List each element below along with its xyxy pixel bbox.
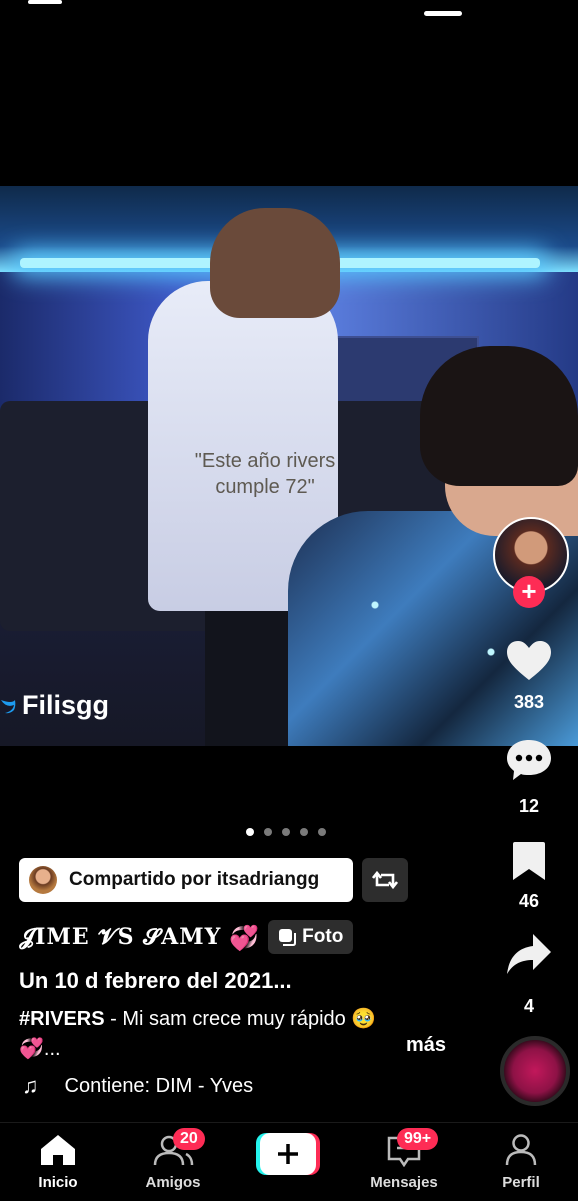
description-line2: 💞...: [19, 1038, 61, 1060]
save-count: 46: [518, 891, 540, 911]
carousel-dot[interactable]: [282, 828, 290, 836]
like-button[interactable]: [501, 640, 557, 687]
nav-home-label: Inicio: [38, 1174, 78, 1191]
author-name[interactable]: 𝓙IME 𝓥S 𝓢AMY: [19, 924, 221, 950]
friends-badge: 20: [173, 1128, 205, 1150]
heart-icon: [507, 641, 551, 680]
create-button[interactable]: [256, 1133, 320, 1175]
carousel-dot[interactable]: [300, 828, 308, 836]
watermark-handle: Filisgg: [22, 690, 109, 720]
nav-friends[interactable]: Amigos 20: [123, 1123, 223, 1191]
share-button[interactable]: [501, 932, 557, 981]
description-text: - Mi sam crece muy rápido 🥹: [104, 1008, 377, 1030]
music-text: Contiene: DIM - Yves: [64, 1074, 254, 1097]
nav-profile-label: Perfil: [502, 1174, 540, 1191]
status-indicator: [28, 0, 62, 4]
hashtag[interactable]: #RIVERS: [19, 1008, 105, 1030]
carousel-dot[interactable]: [246, 828, 254, 836]
shared-by-pill[interactable]: Compartido por itsadriangg: [19, 858, 353, 902]
bookmark-icon: [513, 842, 545, 880]
nav-inbox-label: Mensajes: [370, 1174, 438, 1191]
profile-icon: [505, 1134, 537, 1166]
comment-count: 12: [518, 796, 540, 816]
inbox-badge: 99+: [397, 1128, 439, 1150]
carousel-dot[interactable]: [264, 828, 272, 836]
photo-badge: Foto: [268, 920, 354, 954]
post-description[interactable]: #RIVERS - Mi sam crece muy rápido 🥹 💞...: [19, 1004, 439, 1064]
sharer-avatar: [29, 866, 57, 894]
post-title: Un 10 d febrero del 2021...: [19, 968, 292, 993]
nav-profile[interactable]: Perfil: [471, 1123, 571, 1191]
repost-icon: [372, 870, 398, 890]
share-arrow-icon: [507, 934, 551, 974]
comment-icon: [507, 740, 551, 780]
nav-inbox[interactable]: Mensajes 99+: [354, 1123, 454, 1191]
music-disc[interactable]: [500, 1036, 570, 1106]
post-photo[interactable]: "Este año rivers cumple 72" Filisgg: [0, 186, 578, 746]
photo-icon: [279, 929, 297, 946]
bottom-nav: Inicio Amigos 20 Mensajes 99+ Perfil: [0, 1122, 578, 1201]
carousel-dots: [246, 828, 326, 836]
twitter-bird-icon: [0, 696, 16, 716]
create-icon: [256, 1133, 320, 1175]
author-hearts: 💞: [229, 922, 261, 952]
more-button[interactable]: más: [406, 1034, 446, 1057]
status-indicator: [424, 11, 462, 16]
photo-badge-label: Foto: [302, 926, 344, 947]
music-row[interactable]: ♫ Contiene: DIM - Yves: [22, 1073, 253, 1099]
follow-button[interactable]: +: [513, 576, 545, 608]
nav-friends-label: Amigos: [145, 1174, 201, 1191]
repost-button[interactable]: [362, 858, 408, 902]
comment-button[interactable]: [501, 738, 557, 787]
nav-home[interactable]: Inicio: [8, 1123, 108, 1191]
watermark: Filisgg: [0, 690, 109, 721]
music-note-icon: ♫: [22, 1073, 39, 1098]
carousel-dot[interactable]: [318, 828, 326, 836]
shared-by-text: Compartido por itsadriangg: [69, 869, 320, 890]
save-button[interactable]: [501, 840, 557, 887]
share-count: 4: [523, 996, 534, 1016]
like-count: 383: [513, 692, 545, 712]
author-row: 𝓙IME 𝓥S 𝓢AMY 💞 Foto: [19, 920, 354, 954]
photo-caption: "Este año rivers cumple 72": [194, 450, 336, 498]
home-icon: [41, 1135, 75, 1165]
